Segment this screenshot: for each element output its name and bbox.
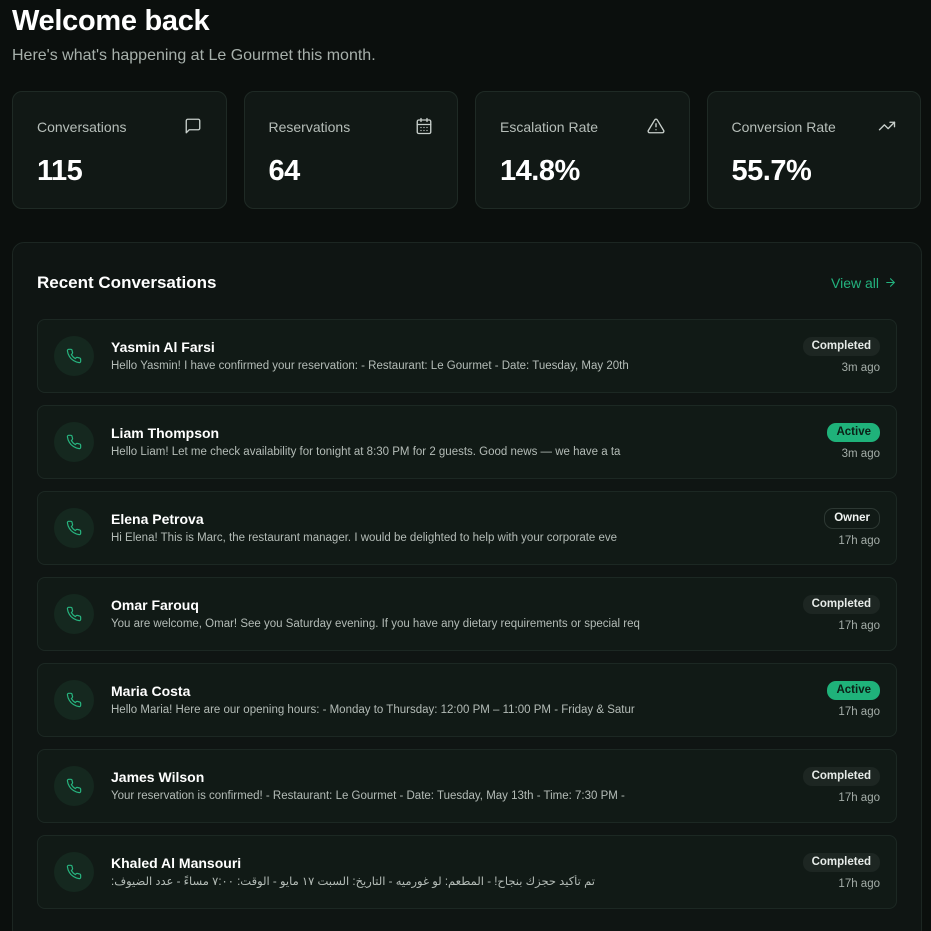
recent-conversations-panel: Recent Conversations View all Yasmin Al … — [12, 242, 922, 931]
stat-label: Escalation Rate — [500, 119, 599, 135]
message-preview: Hello Maria! Here are our opening hours:… — [111, 704, 635, 716]
stat-value: 55.7% — [731, 155, 812, 187]
conversation-row[interactable]: Elena Petrova Hi Elena! This is Marc, th… — [37, 491, 897, 565]
phone-icon — [66, 520, 82, 536]
phone-icon — [66, 434, 82, 450]
row-body: Liam Thompson Hello Liam! Let me check a… — [111, 424, 880, 460]
page-title: Welcome back — [12, 5, 210, 37]
status-badge: Active — [827, 422, 880, 442]
trending-up-icon — [878, 117, 896, 135]
stat-card-conversion-rate: Conversion Rate 55.7% — [706, 91, 921, 209]
conversation-row[interactable]: Liam Thompson Hello Liam! Let me check a… — [37, 405, 897, 479]
phone-icon — [66, 692, 82, 708]
phone-icon — [66, 606, 82, 622]
status-badge: Completed — [802, 594, 880, 614]
contact-name: Maria Costa — [111, 683, 191, 699]
message-preview: Hi Elena! This is Marc, the restaurant m… — [111, 532, 618, 544]
conversation-row[interactable]: Yasmin Al Farsi Hello Yasmin! I have con… — [37, 319, 897, 393]
status-badge: Active — [827, 680, 880, 700]
status-badge: Completed — [802, 766, 880, 786]
avatar — [54, 336, 94, 376]
panel-title: Recent Conversations — [37, 272, 217, 292]
contact-name: Liam Thompson — [111, 425, 220, 441]
conversation-list: Yasmin Al Farsi Hello Yasmin! I have con… — [37, 319, 897, 909]
timestamp: 3m ago — [841, 447, 880, 460]
row-meta: Active 17h ago — [827, 664, 880, 736]
stat-value: 14.8% — [500, 155, 580, 187]
stat-value: 64 — [268, 155, 301, 187]
conversation-row[interactable]: Omar Farouq You are welcome, Omar! See y… — [37, 577, 897, 651]
timestamp: 3m ago — [841, 361, 880, 374]
message-preview: Hello Yasmin! I have confirmed your rese… — [111, 360, 629, 372]
alert-triangle-icon — [646, 117, 665, 135]
avatar — [54, 852, 94, 892]
calendar-icon — [415, 117, 433, 135]
row-body: Elena Petrova Hi Elena! This is Marc, th… — [111, 510, 880, 546]
avatar — [54, 680, 94, 720]
avatar — [54, 422, 94, 462]
stat-value: 115 — [37, 155, 83, 187]
dashboard-page: Welcome back Here's what's happening at … — [0, 0, 931, 931]
contact-name: Elena Petrova — [111, 511, 204, 527]
avatar — [54, 594, 94, 634]
arrow-right-icon — [886, 278, 895, 287]
phone-icon — [66, 348, 82, 364]
row-body: Omar Farouq You are welcome, Omar! See y… — [111, 596, 880, 632]
contact-name: Yasmin Al Farsi — [111, 339, 215, 355]
phone-icon — [66, 778, 82, 794]
conversation-row[interactable]: James Wilson Your reservation is confirm… — [37, 749, 897, 823]
row-body: Khaled Al Mansouri تم تأكيد حجزك بنجاح! … — [111, 854, 880, 890]
row-meta: Completed 17h ago — [802, 750, 880, 822]
stat-label: Conversion Rate — [731, 119, 836, 135]
message-square-icon — [184, 117, 202, 135]
row-body: Yasmin Al Farsi Hello Yasmin! I have con… — [111, 338, 880, 374]
timestamp: 17h ago — [838, 619, 880, 632]
stat-card-reservations: Reservations 64 — [243, 91, 458, 209]
timestamp: 17h ago — [838, 534, 880, 547]
avatar — [54, 508, 94, 548]
status-badge: Completed — [802, 852, 880, 872]
contact-name: James Wilson — [111, 769, 205, 785]
status-badge: Completed — [802, 336, 880, 356]
row-meta: Completed 17h ago — [802, 578, 880, 650]
panel-header: Recent Conversations View all — [37, 243, 897, 319]
page-subtitle: Here's what's happening at Le Gourmet th… — [12, 47, 376, 64]
avatar — [54, 766, 94, 806]
contact-name: Khaled Al Mansouri — [111, 855, 242, 871]
stat-label: Conversations — [37, 119, 127, 135]
view-all-link[interactable]: View all — [831, 275, 897, 291]
stats-row: Conversations 115 Reservations 64 Escala… — [12, 91, 921, 209]
page-header: Welcome back Here's what's happening at … — [12, 0, 921, 66]
timestamp: 17h ago — [838, 877, 880, 890]
message-preview: You are welcome, Omar! See you Saturday … — [111, 618, 640, 630]
view-all-label: View all — [831, 274, 879, 291]
row-meta: Completed 17h ago — [802, 836, 880, 908]
row-meta: Completed 3m ago — [802, 320, 880, 392]
message-preview: Your reservation is confirmed! - Restaur… — [111, 790, 625, 802]
message-preview: Hello Liam! Let me check availability fo… — [111, 446, 621, 458]
stat-label: Reservations — [268, 119, 351, 135]
stat-card-conversations: Conversations 115 — [12, 91, 227, 209]
status-badge: Owner — [824, 507, 880, 529]
row-meta: Owner 17h ago — [824, 492, 880, 564]
row-body: James Wilson Your reservation is confirm… — [111, 768, 880, 804]
timestamp: 17h ago — [838, 791, 880, 804]
phone-icon — [66, 864, 82, 880]
conversation-row[interactable]: Maria Costa Hello Maria! Here are our op… — [37, 663, 897, 737]
row-body: Maria Costa Hello Maria! Here are our op… — [111, 682, 880, 718]
contact-name: Omar Farouq — [111, 597, 199, 613]
message-preview: تم تأكيد حجزك بنجاح! - المطعم: لو غورميه… — [111, 876, 595, 888]
conversation-row[interactable]: Khaled Al Mansouri تم تأكيد حجزك بنجاح! … — [37, 835, 897, 909]
row-meta: Active 3m ago — [827, 406, 880, 478]
timestamp: 17h ago — [838, 705, 880, 718]
stat-card-escalation-rate: Escalation Rate 14.8% — [475, 91, 690, 209]
